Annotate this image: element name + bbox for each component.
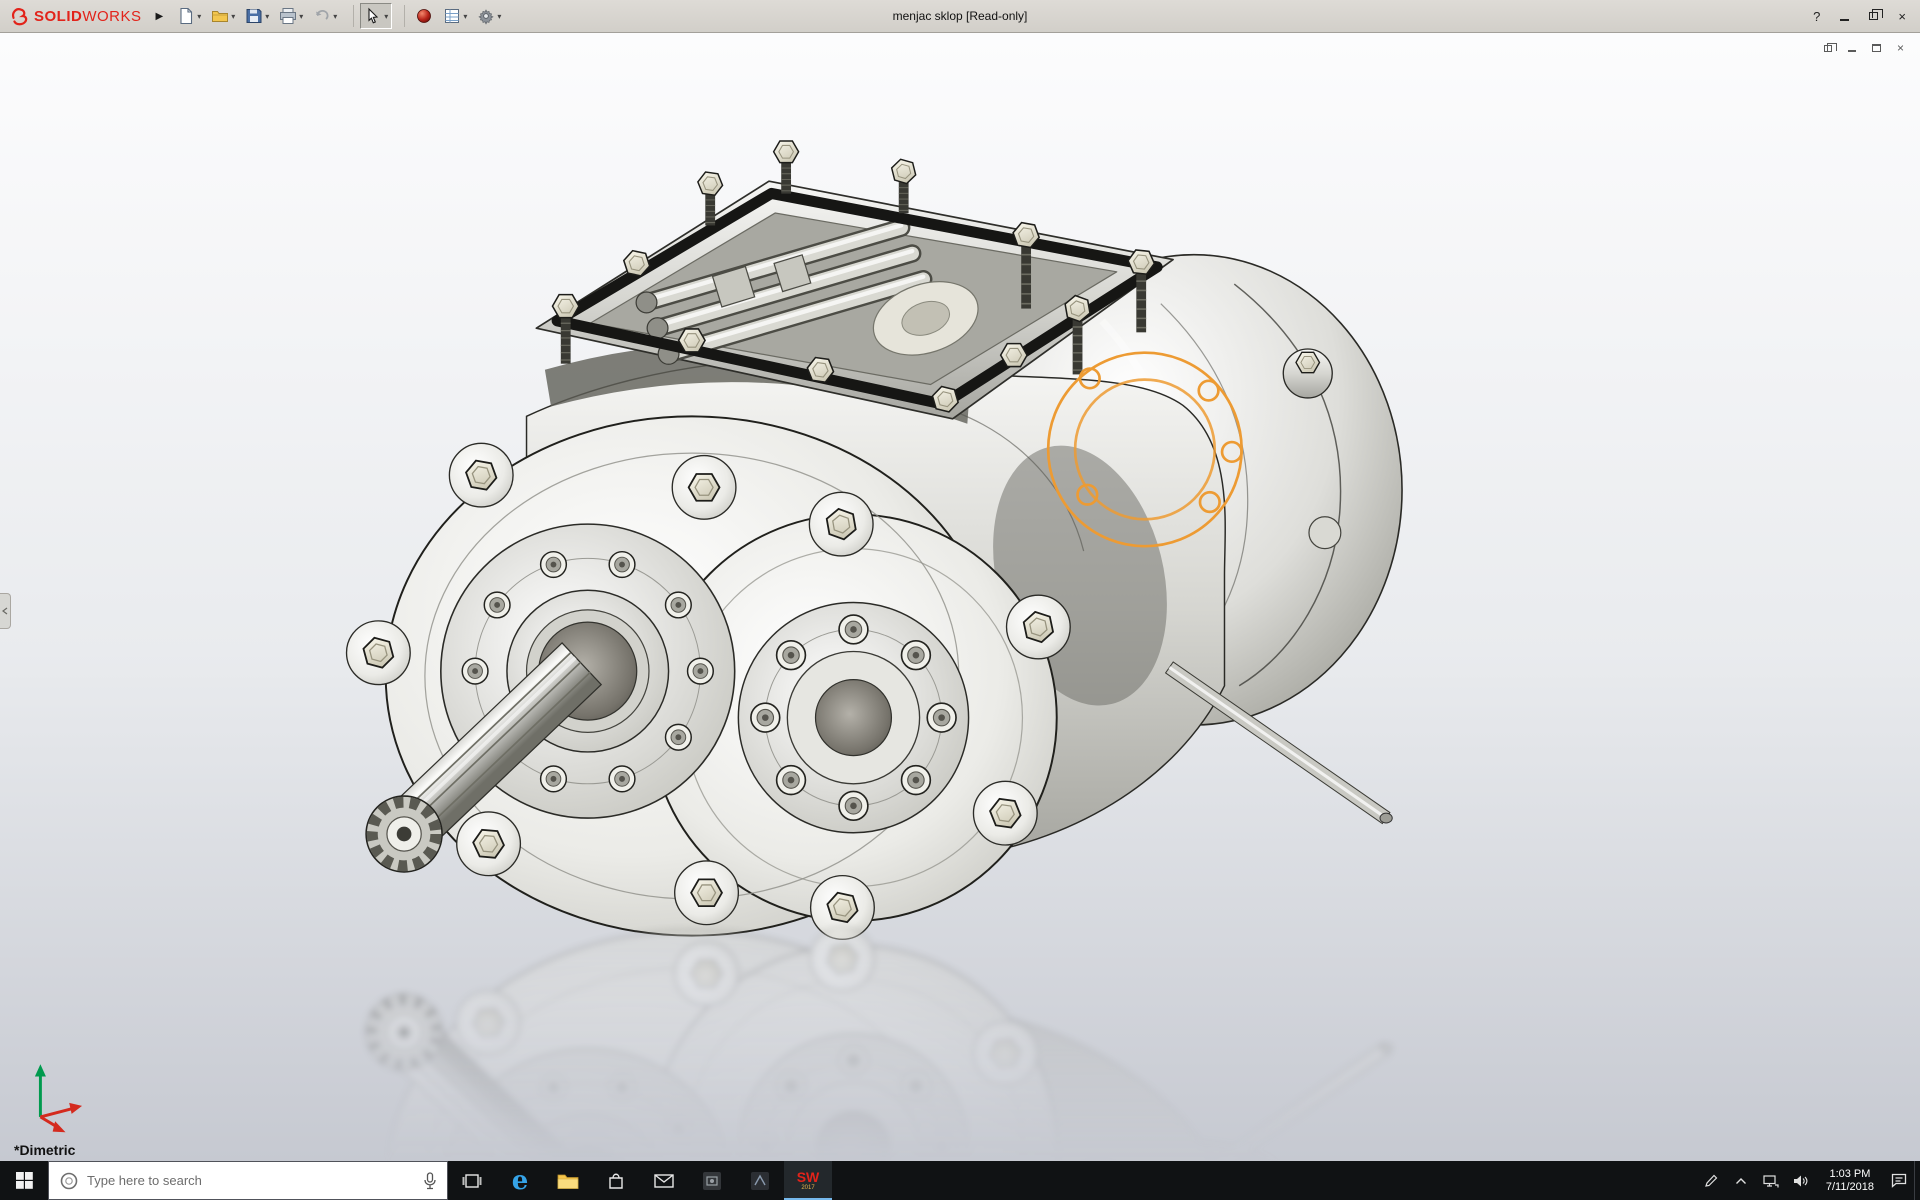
toolbar-separator [353,5,354,27]
close-button[interactable]: × [1898,10,1906,23]
network-icon [1763,1174,1779,1188]
report-caret[interactable]: ▾ [463,12,467,21]
undo-icon [313,7,331,25]
pinned-app-icon-1 [702,1171,722,1191]
task-view-button[interactable] [448,1161,496,1200]
clock-date: 7/11/2018 [1826,1181,1874,1194]
solidworks-taskbar-button[interactable]: SW 2017 [784,1161,832,1200]
pen-icon [1704,1174,1718,1188]
minimize-button[interactable] [1840,12,1849,21]
show-desktop-button[interactable] [1914,1161,1920,1200]
taskbar-clock[interactable]: 1:03 PM 7/11/2018 [1816,1161,1884,1200]
view-orientation-label: *Dimetric [14,1142,75,1158]
featuremanager-collapsed-tab[interactable] [0,593,11,629]
print-caret[interactable]: ▾ [299,12,303,21]
solidworks-app-icon: SW 2017 [797,1170,820,1191]
new-document-button[interactable]: ▾ [173,3,205,29]
open-caret[interactable]: ▾ [231,12,235,21]
open-button[interactable]: ▾ [207,3,239,29]
start-button[interactable] [0,1161,48,1200]
report-table-icon [443,7,461,25]
doc-restore-button[interactable] [1824,45,1832,52]
minimize-icon [1840,19,1849,21]
select-cursor-icon [364,7,382,25]
dassault-swirl-icon [8,5,30,27]
new-document-caret[interactable]: ▾ [197,12,201,21]
document-window-controls: × [1824,41,1904,55]
store-bag-icon [607,1172,625,1190]
open-folder-icon [211,7,229,25]
print-button[interactable]: ▾ [275,3,307,29]
appearance-button[interactable] [411,3,437,29]
doc-minimize-icon [1848,50,1856,52]
undo-button[interactable]: ▾ [309,3,341,29]
store-button[interactable] [592,1161,640,1200]
volume-icon [1793,1174,1808,1188]
volume-button[interactable] [1786,1161,1816,1200]
doc-close-button[interactable]: × [1897,41,1904,55]
model-viewport-canvas[interactable] [0,33,1920,1161]
save-button[interactable]: ▾ [241,3,273,29]
microphone-icon[interactable] [423,1172,437,1190]
options-gear-icon [477,7,495,25]
app-titlebar: SOLIDWORKS ▶ ▾ ▾ ▾ ▾ ▾ ▾ [0,0,1920,33]
pinned-app-icon-2 [750,1171,770,1191]
restore-icon [1869,12,1878,20]
tray-expand-button[interactable] [1726,1161,1756,1200]
menu-flyout-arrow-icon[interactable]: ▶ [156,11,164,22]
taskbar-search[interactable] [48,1161,448,1200]
undo-caret[interactable]: ▾ [333,12,337,21]
edge-icon: e [512,1168,529,1194]
clock-time: 1:03 PM [1829,1168,1870,1181]
report-button[interactable]: ▾ [439,3,471,29]
window-title: menjac sklop [Read-only] [893,9,1028,23]
help-button[interactable]: ? [1813,10,1820,23]
mail-icon [654,1173,674,1189]
doc-restore-icon [1824,45,1832,52]
options-caret[interactable]: ▾ [497,12,501,21]
solidworks-wordmark: SOLIDWORKS [34,8,142,25]
chevron-up-icon [1735,1177,1747,1185]
task-view-icon [462,1172,482,1190]
cortana-icon [59,1171,79,1191]
action-center-icon [1891,1173,1907,1188]
print-icon [279,7,297,25]
network-button[interactable] [1756,1161,1786,1200]
pinned-app-button-2[interactable] [736,1161,784,1200]
doc-maximize-button[interactable] [1872,44,1881,52]
restore-button[interactable] [1869,12,1878,20]
pen-tray-button[interactable] [1696,1161,1726,1200]
pinned-app-button-1[interactable] [688,1161,736,1200]
save-floppy-icon [245,7,263,25]
mail-button[interactable] [640,1161,688,1200]
solidworks-logo: SOLIDWORKS [0,5,150,27]
search-input[interactable] [87,1173,415,1188]
doc-minimize-button[interactable] [1848,44,1856,52]
windows-taskbar: e SW 2017 [0,1161,1920,1200]
file-explorer-icon [557,1172,579,1190]
select-tool-caret[interactable]: ▾ [384,12,388,21]
save-caret[interactable]: ▾ [265,12,269,21]
graphics-area[interactable]: × [0,33,1920,1161]
action-center-button[interactable] [1884,1161,1914,1200]
toolbar-separator [404,5,405,27]
system-tray: 1:03 PM 7/11/2018 [1696,1161,1920,1200]
doc-maximize-icon [1872,44,1881,52]
windows-logo-icon [16,1172,33,1189]
file-explorer-button[interactable] [544,1161,592,1200]
new-document-icon [177,7,195,25]
select-tool-button[interactable]: ▾ [360,3,392,29]
appearance-sphere-icon [415,7,433,25]
chevron-left-icon [2,607,8,615]
options-button[interactable]: ▾ [473,3,505,29]
edge-button[interactable]: e [496,1161,544,1200]
